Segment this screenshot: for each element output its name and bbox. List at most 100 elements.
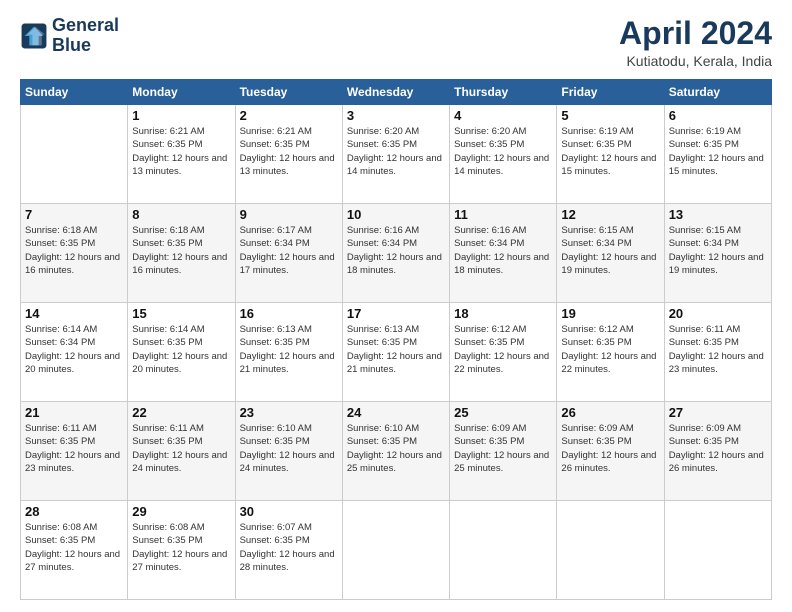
logo-icon (20, 22, 48, 50)
subtitle: Kutiatodu, Kerala, India (619, 53, 772, 69)
day-number: 2 (240, 108, 338, 123)
logo-text: General Blue (52, 16, 119, 56)
calendar-cell: 1 Sunrise: 6:21 AMSunset: 6:35 PMDaylight… (128, 105, 235, 204)
calendar-cell: 4 Sunrise: 6:20 AMSunset: 6:35 PMDaylight… (450, 105, 557, 204)
day-info: Sunrise: 6:09 AMSunset: 6:35 PMDaylight:… (669, 422, 767, 475)
day-number: 1 (132, 108, 230, 123)
day-number: 5 (561, 108, 659, 123)
day-info: Sunrise: 6:08 AMSunset: 6:35 PMDaylight:… (25, 521, 123, 574)
day-info: Sunrise: 6:15 AMSunset: 6:34 PMDaylight:… (669, 224, 767, 277)
day-number: 21 (25, 405, 123, 420)
day-info: Sunrise: 6:21 AMSunset: 6:35 PMDaylight:… (132, 125, 230, 178)
day-info: Sunrise: 6:07 AMSunset: 6:35 PMDaylight:… (240, 521, 338, 574)
calendar-cell: 8 Sunrise: 6:18 AMSunset: 6:35 PMDaylight… (128, 204, 235, 303)
day-number: 22 (132, 405, 230, 420)
day-number: 19 (561, 306, 659, 321)
day-number: 13 (669, 207, 767, 222)
calendar-cell (557, 501, 664, 600)
main-title: April 2024 (619, 16, 772, 51)
calendar-cell (450, 501, 557, 600)
day-info: Sunrise: 6:13 AMSunset: 6:35 PMDaylight:… (347, 323, 445, 376)
col-header-tuesday: Tuesday (235, 80, 342, 105)
calendar-cell: 9 Sunrise: 6:17 AMSunset: 6:34 PMDaylight… (235, 204, 342, 303)
day-number: 16 (240, 306, 338, 321)
col-header-thursday: Thursday (450, 80, 557, 105)
calendar-cell: 16 Sunrise: 6:13 AMSunset: 6:35 PMDayligh… (235, 303, 342, 402)
day-info: Sunrise: 6:19 AMSunset: 6:35 PMDaylight:… (669, 125, 767, 178)
calendar-cell: 21 Sunrise: 6:11 AMSunset: 6:35 PMDayligh… (21, 402, 128, 501)
day-number: 28 (25, 504, 123, 519)
week-row-4: 21 Sunrise: 6:11 AMSunset: 6:35 PMDayligh… (21, 402, 772, 501)
calendar-cell: 15 Sunrise: 6:14 AMSunset: 6:35 PMDayligh… (128, 303, 235, 402)
week-row-3: 14 Sunrise: 6:14 AMSunset: 6:34 PMDayligh… (21, 303, 772, 402)
calendar-cell: 23Sunrise: 6:10 AMSunset: 6:35 PMDayligh… (235, 402, 342, 501)
calendar-cell: 19Sunrise: 6:12 AMSunset: 6:35 PMDayligh… (557, 303, 664, 402)
day-info: Sunrise: 6:15 AMSunset: 6:34 PMDaylight:… (561, 224, 659, 277)
day-info: Sunrise: 6:11 AMSunset: 6:35 PMDaylight:… (25, 422, 123, 475)
calendar-cell: 7 Sunrise: 6:18 AMSunset: 6:35 PMDaylight… (21, 204, 128, 303)
header: General Blue April 2024 Kutiatodu, Keral… (20, 16, 772, 69)
day-info: Sunrise: 6:18 AMSunset: 6:35 PMDaylight:… (25, 224, 123, 277)
day-number: 14 (25, 306, 123, 321)
calendar-cell: 5 Sunrise: 6:19 AMSunset: 6:35 PMDaylight… (557, 105, 664, 204)
calendar-cell (21, 105, 128, 204)
day-number: 23 (240, 405, 338, 420)
calendar-cell: 2 Sunrise: 6:21 AMSunset: 6:35 PMDaylight… (235, 105, 342, 204)
day-info: Sunrise: 6:19 AMSunset: 6:35 PMDaylight:… (561, 125, 659, 178)
col-header-wednesday: Wednesday (342, 80, 449, 105)
calendar-cell: 26Sunrise: 6:09 AMSunset: 6:35 PMDayligh… (557, 402, 664, 501)
calendar-cell: 13 Sunrise: 6:15 AMSunset: 6:34 PMDayligh… (664, 204, 771, 303)
day-number: 9 (240, 207, 338, 222)
day-number: 27 (669, 405, 767, 420)
day-info: Sunrise: 6:11 AMSunset: 6:35 PMDaylight:… (132, 422, 230, 475)
day-number: 11 (454, 207, 552, 222)
logo: General Blue (20, 16, 119, 56)
day-info: Sunrise: 6:16 AMSunset: 6:34 PMDaylight:… (454, 224, 552, 277)
title-block: April 2024 Kutiatodu, Kerala, India (619, 16, 772, 69)
day-info: Sunrise: 6:13 AMSunset: 6:35 PMDaylight:… (240, 323, 338, 376)
day-info: Sunrise: 6:17 AMSunset: 6:34 PMDaylight:… (240, 224, 338, 277)
calendar-cell: 11 Sunrise: 6:16 AMSunset: 6:34 PMDayligh… (450, 204, 557, 303)
day-info: Sunrise: 6:08 AMSunset: 6:35 PMDaylight:… (132, 521, 230, 574)
day-number: 30 (240, 504, 338, 519)
calendar-cell: 25 Sunrise: 6:09 AMSunset: 6:35 PMDayligh… (450, 402, 557, 501)
day-number: 17 (347, 306, 445, 321)
calendar-cell (342, 501, 449, 600)
calendar-cell: 18 Sunrise: 6:12 AMSunset: 6:35 PMDayligh… (450, 303, 557, 402)
calendar-cell: 17 Sunrise: 6:13 AMSunset: 6:35 PMDayligh… (342, 303, 449, 402)
calendar-cell: 24 Sunrise: 6:10 AMSunset: 6:35 PMDayligh… (342, 402, 449, 501)
day-number: 20 (669, 306, 767, 321)
logo-line1: General (52, 16, 119, 36)
day-number: 4 (454, 108, 552, 123)
page: General Blue April 2024 Kutiatodu, Keral… (0, 0, 792, 612)
week-row-1: 1 Sunrise: 6:21 AMSunset: 6:35 PMDaylight… (21, 105, 772, 204)
calendar-cell: 27 Sunrise: 6:09 AMSunset: 6:35 PMDayligh… (664, 402, 771, 501)
day-info: Sunrise: 6:14 AMSunset: 6:34 PMDaylight:… (25, 323, 123, 376)
calendar-cell: 28 Sunrise: 6:08 AMSunset: 6:35 PMDayligh… (21, 501, 128, 600)
day-info: Sunrise: 6:14 AMSunset: 6:35 PMDaylight:… (132, 323, 230, 376)
col-header-monday: Monday (128, 80, 235, 105)
calendar-cell: 3Sunrise: 6:20 AMSunset: 6:35 PMDaylight… (342, 105, 449, 204)
day-number: 6 (669, 108, 767, 123)
week-row-5: 28 Sunrise: 6:08 AMSunset: 6:35 PMDayligh… (21, 501, 772, 600)
week-row-2: 7 Sunrise: 6:18 AMSunset: 6:35 PMDaylight… (21, 204, 772, 303)
day-number: 12 (561, 207, 659, 222)
day-info: Sunrise: 6:20 AMSunset: 6:35 PMDaylight:… (454, 125, 552, 178)
day-info: Sunrise: 6:18 AMSunset: 6:35 PMDaylight:… (132, 224, 230, 277)
day-info: Sunrise: 6:11 AMSunset: 6:35 PMDaylight:… (669, 323, 767, 376)
day-number: 7 (25, 207, 123, 222)
day-info: Sunrise: 6:21 AMSunset: 6:35 PMDaylight:… (240, 125, 338, 178)
day-info: Sunrise: 6:10 AMSunset: 6:35 PMDaylight:… (347, 422, 445, 475)
calendar-cell: 14 Sunrise: 6:14 AMSunset: 6:34 PMDayligh… (21, 303, 128, 402)
day-info: Sunrise: 6:09 AMSunset: 6:35 PMDaylight:… (454, 422, 552, 475)
day-number: 10 (347, 207, 445, 222)
day-number: 25 (454, 405, 552, 420)
calendar-cell: 20 Sunrise: 6:11 AMSunset: 6:35 PMDayligh… (664, 303, 771, 402)
day-number: 8 (132, 207, 230, 222)
day-number: 24 (347, 405, 445, 420)
day-number: 18 (454, 306, 552, 321)
day-number: 15 (132, 306, 230, 321)
calendar-cell: 22 Sunrise: 6:11 AMSunset: 6:35 PMDayligh… (128, 402, 235, 501)
day-info: Sunrise: 6:12 AMSunset: 6:35 PMDaylight:… (454, 323, 552, 376)
calendar-table: SundayMondayTuesdayWednesdayThursdayFrid… (20, 79, 772, 600)
